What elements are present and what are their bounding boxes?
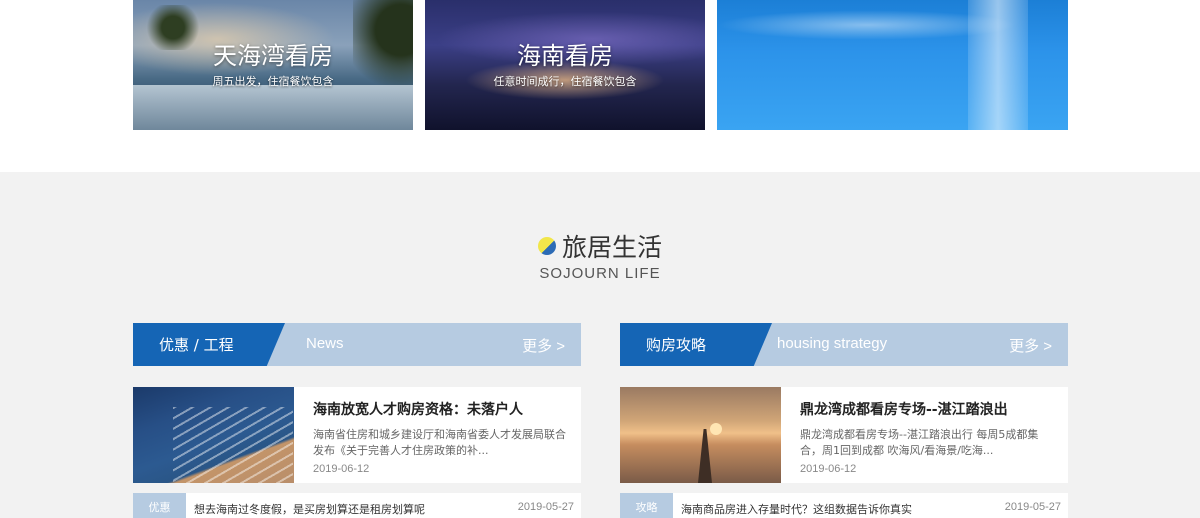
column-news: 优惠 / 工程 News 更多 > 海南放宽人才购房资格：未落户人 海南省住房和…: [133, 323, 581, 518]
banner-title: 天海湾看房: [213, 42, 333, 70]
feature-article[interactable]: 鼎龙湾成都看房专场--湛江踏浪出 鼎龙湾成都看房专场--湛江踏浪出行 每周5成都…: [620, 387, 1068, 483]
feature-thumbnail-pier[interactable]: [620, 387, 781, 483]
feature-date: 2019-06-12: [313, 463, 370, 475]
feature-description: 鼎龙湾成都看房专场--湛江踏浪出行 每周5成都集合，周1回到成都 吹海风/看海景…: [800, 428, 1039, 457]
sun-decoration: [710, 423, 722, 435]
list-item[interactable]: 优惠 想去海南过冬度假，是买房划算还是租房划算呢 2019-05-27: [133, 493, 581, 518]
column-tab-label[interactable]: 购房攻略: [646, 334, 706, 355]
list-item-date: 2019-05-27: [1004, 501, 1061, 513]
feature-title[interactable]: 鼎龙湾成都看房专场--湛江踏浪出: [800, 399, 1008, 419]
section-subtitle: SOJOURN LIFE: [539, 265, 661, 282]
list-item-title[interactable]: 海南商品房进入存量时代？这组数据告诉你真实: [681, 501, 912, 517]
pier-decoration: [698, 429, 712, 483]
feature-thumbnail-beach[interactable]: [133, 387, 294, 483]
yin-yang-dot-icon: [537, 237, 556, 255]
banner-card-hainan[interactable]: 海南看房 任意时间成行，住宿餐饮包含: [425, 0, 705, 130]
list-item[interactable]: 攻略 海南商品房进入存量时代？这组数据告诉你真实 2019-05-27: [620, 493, 1068, 518]
section-title-wrap: 旅居生活: [537, 228, 662, 264]
feature-description: 海南省住房和城乡建设厅和海南省委人才发展局联合发布《关于完善人才住房政策的补..…: [313, 428, 566, 457]
list-item-title[interactable]: 想去海南过冬度假，是买房划算还是租房划算呢: [194, 501, 425, 517]
banner-subtitle: 任意时间成行，住宿餐饮包含: [493, 75, 637, 88]
banner-subtitle: 周五出发，住宿餐饮包含: [212, 75, 334, 88]
feature-date: 2019-06-12: [800, 463, 857, 475]
column-english-label: News: [306, 335, 344, 352]
banner-strip: 天海湾看房 周五出发，住宿餐饮包含 海南看房 任意时间成行，住宿餐饮包含: [0, 0, 1200, 172]
slide-decoration: [968, 0, 1028, 130]
list-item-tag: 优惠: [133, 493, 186, 518]
column-tab-label[interactable]: 优惠 / 工程: [159, 334, 234, 355]
banner-card-tianhaiwan[interactable]: 天海湾看房 周五出发，住宿餐饮包含: [133, 0, 413, 130]
more-link[interactable]: 更多 >: [1009, 335, 1052, 356]
column-header-bar: 优惠 / 工程 News 更多 >: [133, 323, 581, 366]
list-item-date: 2019-05-27: [517, 501, 574, 513]
feature-title[interactable]: 海南放宽人才购房资格：未落户人: [313, 399, 523, 419]
banner-card-waterpark[interactable]: [717, 0, 1068, 130]
banner-title: 海南看房: [517, 42, 613, 70]
column-strategy: 购房攻略 housing strategy 更多 > 鼎龙湾成都看房专场--湛江…: [620, 323, 1068, 518]
pool-decoration: [133, 85, 413, 130]
section-heading: 旅居生活 SOJOURN LIFE: [0, 228, 1200, 282]
more-link[interactable]: 更多 >: [522, 335, 565, 356]
surf-decoration: [173, 407, 293, 483]
column-header-bar: 购房攻略 housing strategy 更多 >: [620, 323, 1068, 366]
feature-article[interactable]: 海南放宽人才购房资格：未落户人 海南省住房和城乡建设厅和海南省委人才发展局联合发…: [133, 387, 581, 483]
section-title: 旅居生活: [561, 233, 662, 262]
list-item-tag: 攻略: [620, 493, 673, 518]
column-english-label: housing strategy: [777, 335, 888, 352]
